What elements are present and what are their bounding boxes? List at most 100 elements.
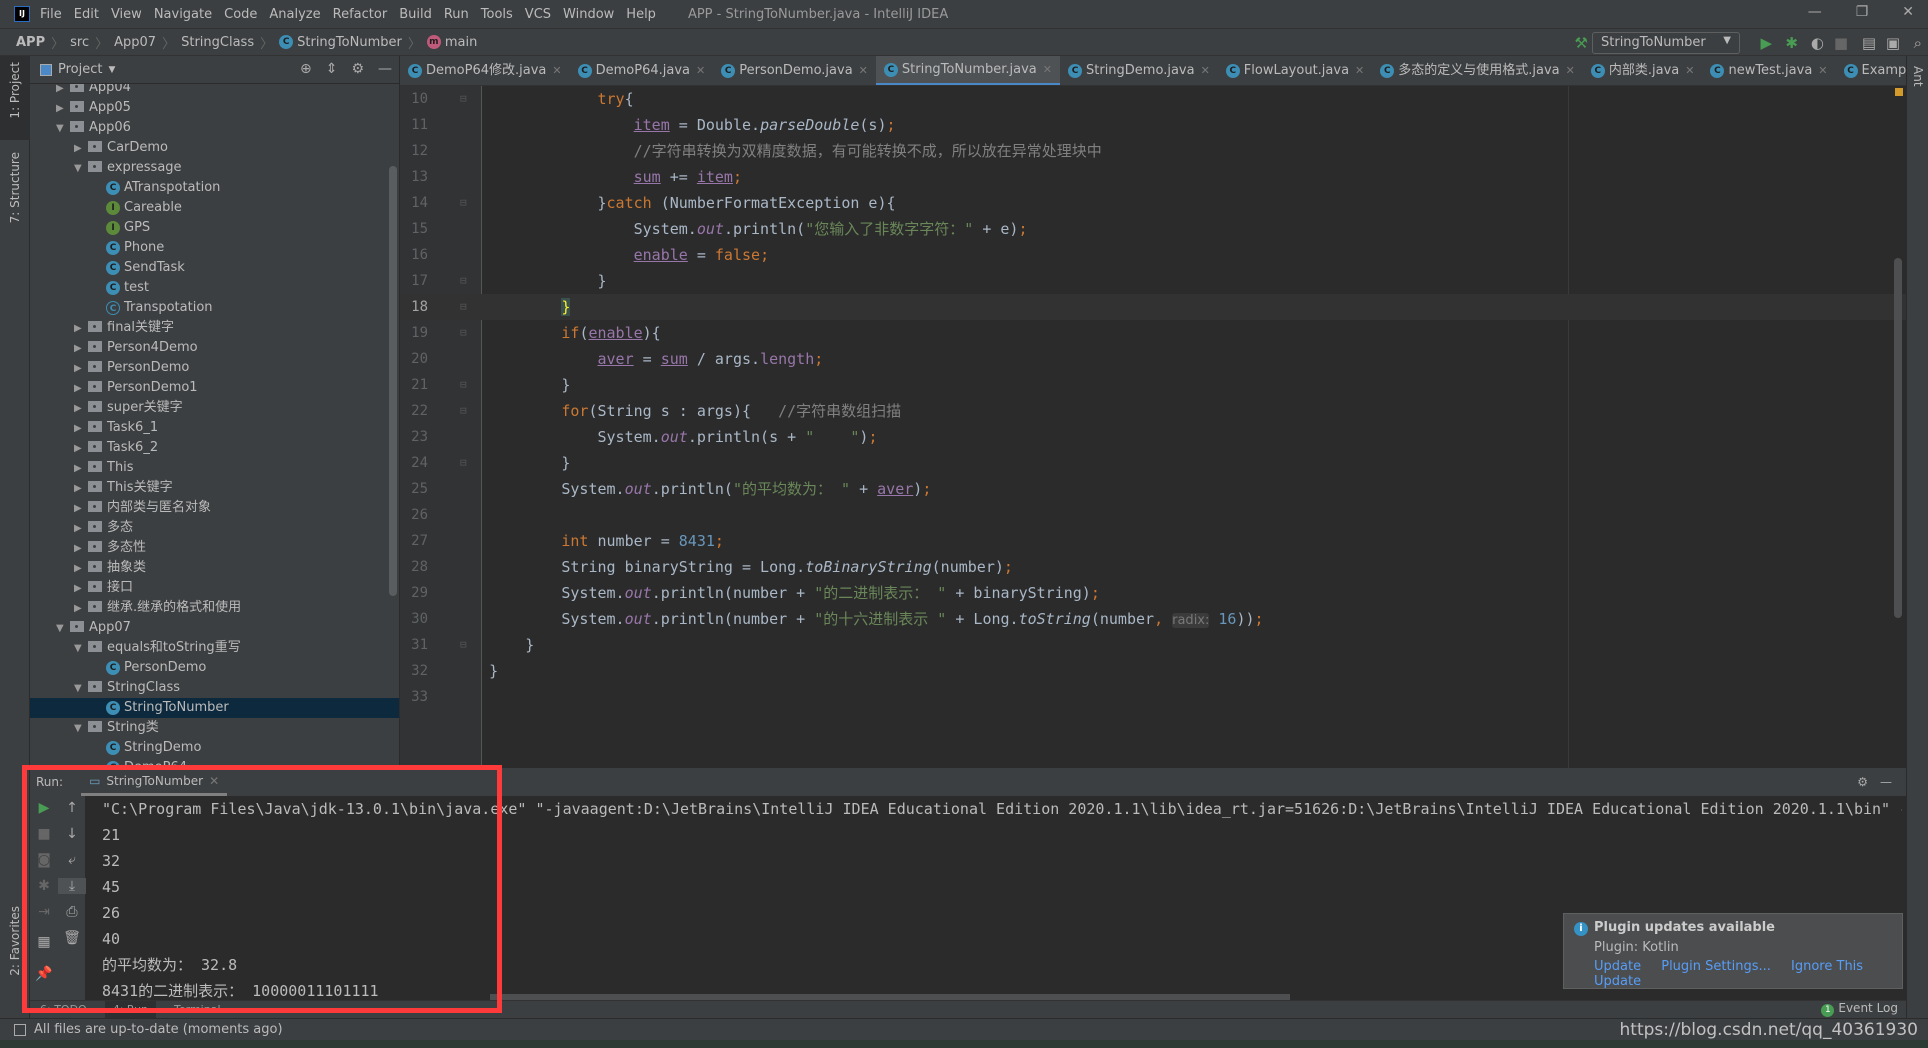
chevron-right-icon[interactable]: ▶ (74, 319, 88, 339)
breadcrumb-subpackage[interactable]: StringClass (181, 35, 254, 50)
tree-item[interactable]: I GPS (30, 218, 399, 238)
soft-wrap-icon[interactable]: ⤶ (58, 852, 86, 868)
editor-scrollbar[interactable] (1894, 258, 1902, 618)
chevron-right-icon[interactable]: ▶ (74, 379, 88, 399)
close-tab-icon[interactable]: ✕ (1355, 56, 1364, 85)
debug-icon[interactable]: ✱ (30, 878, 58, 894)
code-line[interactable]: 11 item = Double.parseDouble(s); (400, 112, 1906, 138)
coverage-icon[interactable]: ◐ (1811, 34, 1824, 52)
code-line[interactable]: 23 System.out.println(s + " "); (400, 424, 1906, 450)
editor-tab[interactable]: C 内部类.java ✕ (1583, 56, 1703, 85)
code-line[interactable]: 24 ⊟ } (400, 450, 1906, 476)
tree-item[interactable]: C PersonDemo (30, 658, 399, 678)
code-line[interactable]: 28 String binaryString = Long.toBinarySt… (400, 554, 1906, 580)
code-line[interactable]: 19 ⊟ if(enable){ (400, 320, 1906, 346)
editor-tab[interactable]: C StringToNumber.java ✕ (875, 56, 1060, 85)
code-line[interactable]: 22 ⊟ for(String s : args){ //字符串数组扫描 (400, 398, 1906, 424)
tree-item[interactable]: ▶ 抽象类 (30, 558, 399, 578)
chevron-down-icon[interactable]: ▼ (74, 679, 88, 699)
editor-tab[interactable]: C FlowLayout.java ✕ (1218, 56, 1372, 85)
debug-icon[interactable]: ✱ (1785, 34, 1798, 52)
code-line[interactable]: 31 ⊟ } (400, 632, 1906, 658)
tree-item[interactable]: ▶ final关键字 (30, 318, 399, 339)
close-tab-icon[interactable]: ✕ (1566, 56, 1575, 85)
chevron-down-icon[interactable]: ▼ (74, 639, 88, 659)
arrow-up-icon[interactable]: ↑ (58, 800, 86, 816)
run-configuration-select[interactable]: StringToNumber ▼ (1592, 32, 1740, 54)
tree-item[interactable]: ▼ App07 (30, 618, 399, 638)
code-line[interactable]: 30 System.out.println(number + "的十六进制表示 … (400, 606, 1906, 632)
menu-view[interactable]: View (111, 7, 142, 22)
tree-item[interactable]: Ctest (30, 278, 399, 298)
tree-item[interactable]: ▼ expressage (30, 158, 399, 178)
build-hammer-icon[interactable]: ⚒ (1575, 34, 1588, 52)
tree-item[interactable]: ▶ 内部类与匿名对象 (30, 498, 399, 519)
menu-edit[interactable]: Edit (74, 7, 99, 22)
code-editor[interactable]: 10 ⊟ try{11 item = Double.parseDouble(s);… (400, 86, 1906, 768)
layout-icon[interactable]: ▣ (1886, 34, 1900, 52)
tree-item[interactable]: ▶ super关键字 (30, 398, 399, 419)
trash-icon[interactable]: 🗑 (58, 930, 86, 946)
chevron-right-icon[interactable]: ▶ (74, 539, 88, 559)
chevron-down-icon[interactable]: ▼ (74, 719, 88, 739)
chevron-right-icon[interactable]: ▶ (74, 339, 88, 359)
code-line[interactable]: 20 aver = sum / args.length; (400, 346, 1906, 372)
structure-tool-button[interactable]: 7: Structure (8, 152, 22, 223)
stop-icon[interactable]: ■ (30, 826, 58, 842)
tree-item[interactable]: ▶ PersonDemo1 (30, 378, 399, 399)
tree-item[interactable]: ▶ Task6_1 (30, 418, 399, 439)
tree-item[interactable]: ▶ 多态 (30, 518, 399, 538)
menu-tools[interactable]: Tools (481, 7, 513, 22)
chevron-right-icon[interactable]: ▶ (74, 359, 88, 379)
tree-item[interactable]: C DemoP64 (30, 758, 399, 768)
tree-item[interactable]: ▶ Person4Demo (30, 338, 399, 359)
project-tool-button[interactable]: 1: Project (8, 62, 22, 119)
tree-item[interactable]: ▼ StringClass (30, 678, 399, 699)
project-scrollbar[interactable] (389, 166, 397, 596)
editor-tab[interactable]: C StringDemo.java ✕ (1060, 56, 1218, 85)
menu-analyze[interactable]: Analyze (269, 7, 320, 22)
hide-icon[interactable]: — (378, 61, 392, 77)
rerun-icon[interactable]: ▶ (30, 800, 58, 816)
menu-navigate[interactable]: Navigate (154, 7, 212, 22)
close-tab-icon[interactable]: ✕ (1818, 56, 1827, 85)
tree-item[interactable]: ▶ 接口 (30, 578, 399, 598)
arrow-down-icon[interactable]: ↓ (58, 826, 86, 842)
tree-item[interactable]: ▼ String类 (30, 718, 399, 739)
chevron-right-icon[interactable]: ▶ (74, 419, 88, 439)
code-line[interactable]: 17 ⊟ } (400, 268, 1906, 294)
tree-item[interactable]: ▶ 继承.继承的格式和使用 (30, 598, 399, 618)
close-tab-icon[interactable]: ✕ (209, 768, 219, 794)
locate-icon[interactable]: ⊕ (300, 61, 312, 77)
chevron-right-icon[interactable]: ▶ (74, 399, 88, 419)
hide-icon[interactable]: — (1880, 775, 1892, 789)
menu-code[interactable]: Code (224, 7, 257, 22)
code-line[interactable]: 15 System.out.println("您输入了非数字字符：" + e); (400, 216, 1906, 242)
chevron-right-icon[interactable]: ▶ (74, 459, 88, 479)
tree-item[interactable]: C StringDemo (30, 738, 399, 758)
tree-item[interactable]: C ATranspotation (30, 178, 399, 198)
toggle-tool-windows-icon[interactable] (14, 1023, 26, 1036)
chevron-right-icon[interactable]: ▶ (74, 139, 88, 159)
collapse-all-icon[interactable]: ⇕ (326, 61, 338, 77)
tree-item[interactable]: ▶ CarDemo (30, 138, 399, 159)
tree-item[interactable]: C Phone (30, 238, 399, 258)
print-icon[interactable]: ⎙ (58, 904, 86, 920)
chevron-right-icon[interactable]: ▶ (74, 499, 88, 519)
favorites-tool-button[interactable]: 2: Favorites (8, 906, 22, 976)
run-tab[interactable]: ▭ StringToNumber ✕ (81, 768, 228, 796)
event-log-button[interactable]: 1 Event Log (1821, 1001, 1898, 1017)
breadcrumb-src[interactable]: src (70, 35, 89, 50)
breadcrumb-method[interactable]: main (445, 35, 477, 50)
close-tab-icon[interactable]: ✕ (1201, 56, 1210, 85)
code-line[interactable]: 27 int number = 8431; (400, 528, 1906, 554)
tree-item[interactable]: ▼ App06 (30, 118, 399, 139)
tree-item[interactable]: ▼ equals和toString重写 (30, 638, 399, 659)
close-tab-icon[interactable]: ✕ (1043, 56, 1052, 85)
chevron-down-icon[interactable]: ▼ (56, 119, 70, 139)
code-line[interactable]: 33 (400, 684, 1906, 710)
close-tab-icon[interactable]: ✕ (1685, 56, 1694, 85)
code-line[interactable]: 25 System.out.println("的平均数为： " + aver); (400, 476, 1906, 502)
editor-tab[interactable]: C DemoP64.java ✕ (570, 56, 714, 85)
chevron-down-icon[interactable]: ▼ (108, 65, 115, 75)
